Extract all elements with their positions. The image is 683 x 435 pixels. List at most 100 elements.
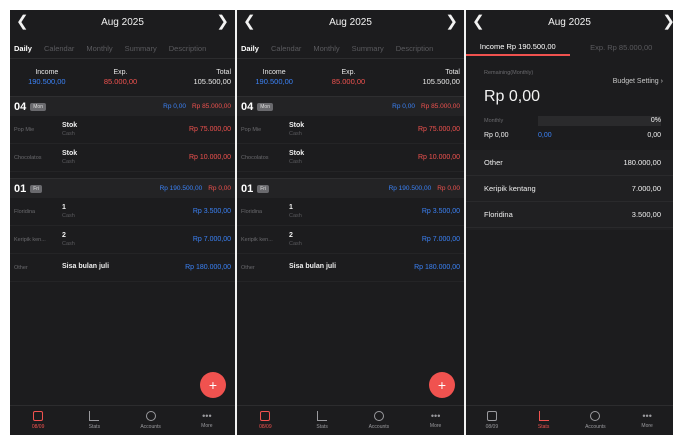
- tab-calendar[interactable]: Calendar: [271, 44, 301, 53]
- expense-label: Exp.: [341, 68, 356, 76]
- tab-expense[interactable]: Exp. Rp 85.000,00: [570, 38, 674, 56]
- category-value: 3.500,00: [631, 210, 661, 219]
- weekday-badge: Fri: [30, 184, 43, 193]
- transaction-row[interactable]: Pop Mie Stok Cash Rp 75.000,00: [10, 116, 235, 144]
- nav-accounts[interactable]: Accounts: [351, 406, 408, 435]
- calendar-icon: [260, 411, 271, 421]
- transaction-category: Keripik ken...: [14, 236, 46, 243]
- tab-calendar[interactable]: Calendar: [44, 44, 74, 53]
- monthly-used-value: 0,00: [538, 132, 552, 139]
- nav-label: Stats: [88, 424, 101, 430]
- tab-description[interactable]: Description: [169, 44, 207, 53]
- add-transaction-button[interactable]: +: [200, 372, 226, 398]
- income-label: Income: [35, 68, 59, 76]
- month-header: ❮ Aug 2025 ❯: [10, 10, 235, 34]
- transaction-account: Cash: [289, 213, 302, 219]
- nav-transactions[interactable]: 08/09: [237, 406, 294, 435]
- weekday-badge: Fri: [257, 184, 270, 193]
- tab-monthly[interactable]: Monthly: [313, 44, 339, 53]
- month-title: Aug 2025: [329, 16, 372, 28]
- day-header[interactable]: 01 Fri Rp 190.500,00 Rp 0,00: [237, 178, 464, 198]
- add-transaction-button[interactable]: +: [429, 372, 455, 398]
- nav-stats[interactable]: Stats: [66, 406, 122, 435]
- transaction-row[interactable]: Other Sisa bulan juli Rp 180.000,00: [237, 254, 464, 282]
- nav-label: More: [429, 423, 442, 429]
- tab-monthly[interactable]: Monthly: [86, 44, 112, 53]
- daily-screen-2: ❮ Aug 2025 ❯ Daily Calendar Monthly Summ…: [237, 10, 464, 435]
- tab-daily[interactable]: Daily: [12, 44, 34, 56]
- category-name: Keripik kentang: [484, 184, 536, 193]
- category-value: 7.000,00: [631, 184, 661, 193]
- transaction-account: Cash: [62, 241, 75, 247]
- transaction-row[interactable]: Pop Mie Stok Cash Rp 75.000,00: [237, 116, 464, 144]
- transaction-amount: Rp 7.000,00: [192, 236, 231, 243]
- nav-more[interactable]: ••• More: [179, 406, 235, 435]
- day-income: Rp 190.500,00: [388, 185, 432, 192]
- transaction-category: Keripik ken...: [241, 236, 273, 243]
- total-label: Total: [216, 68, 232, 76]
- nav-transactions[interactable]: 08/09: [10, 406, 66, 435]
- tab-description[interactable]: Description: [396, 44, 434, 53]
- next-month-icon[interactable]: ❯: [216, 12, 229, 32]
- transaction-account: Cash: [289, 131, 302, 137]
- nav-accounts[interactable]: Accounts: [123, 406, 179, 435]
- transaction-row[interactable]: Floridina 1 Cash Rp 3.500,00: [237, 198, 464, 226]
- nav-transactions[interactable]: 08/09: [466, 406, 518, 435]
- expense-value: 85.000,00: [103, 76, 138, 86]
- calendar-icon: [486, 411, 497, 421]
- tab-summary[interactable]: Summary: [352, 44, 384, 53]
- prev-month-icon[interactable]: ❮: [16, 12, 29, 32]
- transaction-category: Pop Mie: [241, 126, 262, 133]
- monthly-remaining-value: 0,00: [647, 132, 661, 139]
- category-list: Other 180.000,00 Keripik kentang 7.000,00 …: [466, 150, 673, 230]
- day-number: 01: [14, 182, 27, 195]
- bottom-nav: 08/09 Stats Accounts ••• More: [237, 405, 464, 435]
- category-row[interactable]: Floridina 3.500,00: [466, 202, 673, 228]
- next-month-icon[interactable]: ❯: [445, 12, 458, 32]
- nav-stats[interactable]: Stats: [294, 406, 351, 435]
- daily-screen-1: ❮ Aug 2025 ❯ Daily Calendar Monthly Summ…: [10, 10, 235, 435]
- weekday-badge: Mon: [257, 102, 273, 111]
- nav-more[interactable]: ••• More: [621, 406, 673, 435]
- weekday-badge: Mon: [30, 102, 46, 111]
- nav-stats[interactable]: Stats: [518, 406, 570, 435]
- income-value: 190.500,00: [255, 76, 293, 86]
- day-number: 04: [241, 100, 254, 113]
- monthly-label: Monthly: [484, 118, 504, 124]
- category-row[interactable]: Other 180.000,00: [466, 150, 673, 176]
- nav-more[interactable]: ••• More: [407, 406, 464, 435]
- nav-label: Accounts: [585, 424, 606, 430]
- transaction-row[interactable]: Keripik ken... 2 Cash Rp 7.000,00: [10, 226, 235, 254]
- transaction-row[interactable]: Keripik ken... 2 Cash Rp 7.000,00: [237, 226, 464, 254]
- transaction-row[interactable]: Chocolatos Stok Cash Rp 10.000,00: [237, 144, 464, 172]
- transaction-amount: Rp 7.000,00: [421, 236, 460, 243]
- category-row[interactable]: Keripik kentang 7.000,00: [466, 176, 673, 202]
- transaction-amount: Rp 10.000,00: [417, 154, 460, 161]
- prev-month-icon[interactable]: ❮: [243, 12, 256, 32]
- tab-income[interactable]: Income Rp 190.500,00: [466, 38, 570, 56]
- expense-value: 85.000,00: [331, 76, 366, 86]
- transaction-row[interactable]: Chocolatos Stok Cash Rp 10.000,00: [10, 144, 235, 172]
- transaction-category: Floridina: [241, 208, 263, 215]
- nav-accounts[interactable]: Accounts: [570, 406, 622, 435]
- view-tabs: Daily Calendar Monthly Summary Descripti…: [10, 40, 235, 56]
- transaction-note: 1: [289, 204, 293, 211]
- transaction-note: Stok: [62, 122, 78, 129]
- transaction-row[interactable]: Floridina 1 Cash Rp 3.500,00: [10, 198, 235, 226]
- day-expense: Rp 0,00: [208, 185, 231, 192]
- transaction-account: Cash: [62, 213, 75, 219]
- transaction-amount: Rp 180.000,00: [185, 264, 231, 271]
- nav-label: 08/09: [31, 424, 45, 430]
- day-header[interactable]: 04 Mon Rp 0,00 Rp 85.000,00: [10, 96, 235, 116]
- day-header[interactable]: 01 Fri Rp 190.500,00 Rp 0,00: [10, 178, 235, 198]
- category-name: Other: [484, 158, 503, 167]
- day-header[interactable]: 04 Mon Rp 0,00 Rp 85.000,00: [237, 96, 464, 116]
- tab-summary[interactable]: Summary: [125, 44, 157, 53]
- transaction-row[interactable]: Other Sisa bulan juli Rp 180.000,00: [10, 254, 235, 282]
- next-month-icon[interactable]: ❯: [662, 12, 673, 32]
- tab-daily[interactable]: Daily: [239, 44, 261, 56]
- budget-setting-button[interactable]: Budget Setting ›: [613, 78, 663, 85]
- day-expense: Rp 0,00: [437, 185, 460, 192]
- day-expense: Rp 85.000,00: [191, 103, 231, 110]
- prev-month-icon[interactable]: ❮: [472, 12, 485, 32]
